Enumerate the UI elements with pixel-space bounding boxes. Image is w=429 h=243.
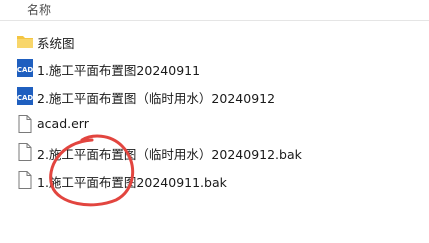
file-name: acad.err bbox=[37, 116, 89, 131]
list-item-file[interactable]: 2.施工平面布置图（临时用水）20240912.bak bbox=[0, 139, 429, 165]
column-header: 名称 bbox=[0, 0, 429, 21]
file-name: 2.施工平面布置图（临时用水）20240912 bbox=[37, 91, 276, 106]
name-column-header[interactable]: 名称 bbox=[27, 1, 51, 18]
folder-icon bbox=[17, 36, 33, 48]
file-name: 2.施工平面布置图（临时用水）20240912.bak bbox=[37, 147, 302, 162]
document-icon bbox=[18, 115, 32, 133]
list-item-file[interactable]: acad.err bbox=[0, 111, 429, 137]
cad-file-icon: CAD bbox=[17, 59, 34, 77]
file-name: 1.施工平面布置图20240911.bak bbox=[37, 175, 227, 190]
svg-text:CAD: CAD bbox=[17, 66, 34, 74]
document-icon bbox=[18, 171, 32, 189]
list-item-file[interactable]: 1.施工平面布置图20240911.bak bbox=[0, 167, 429, 193]
document-icon bbox=[18, 143, 32, 161]
file-name: 1.施工平面布置图20240911 bbox=[37, 63, 201, 78]
svg-text:CAD: CAD bbox=[17, 94, 34, 102]
list-item-file[interactable]: CAD 1.施工平面布置图20240911 bbox=[0, 55, 429, 81]
list-item-folder[interactable]: 系统图 bbox=[0, 28, 429, 54]
file-name: 系统图 bbox=[37, 36, 75, 51]
cad-file-icon: CAD bbox=[17, 87, 34, 105]
list-item-file[interactable]: CAD 2.施工平面布置图（临时用水）20240912 bbox=[0, 83, 429, 109]
